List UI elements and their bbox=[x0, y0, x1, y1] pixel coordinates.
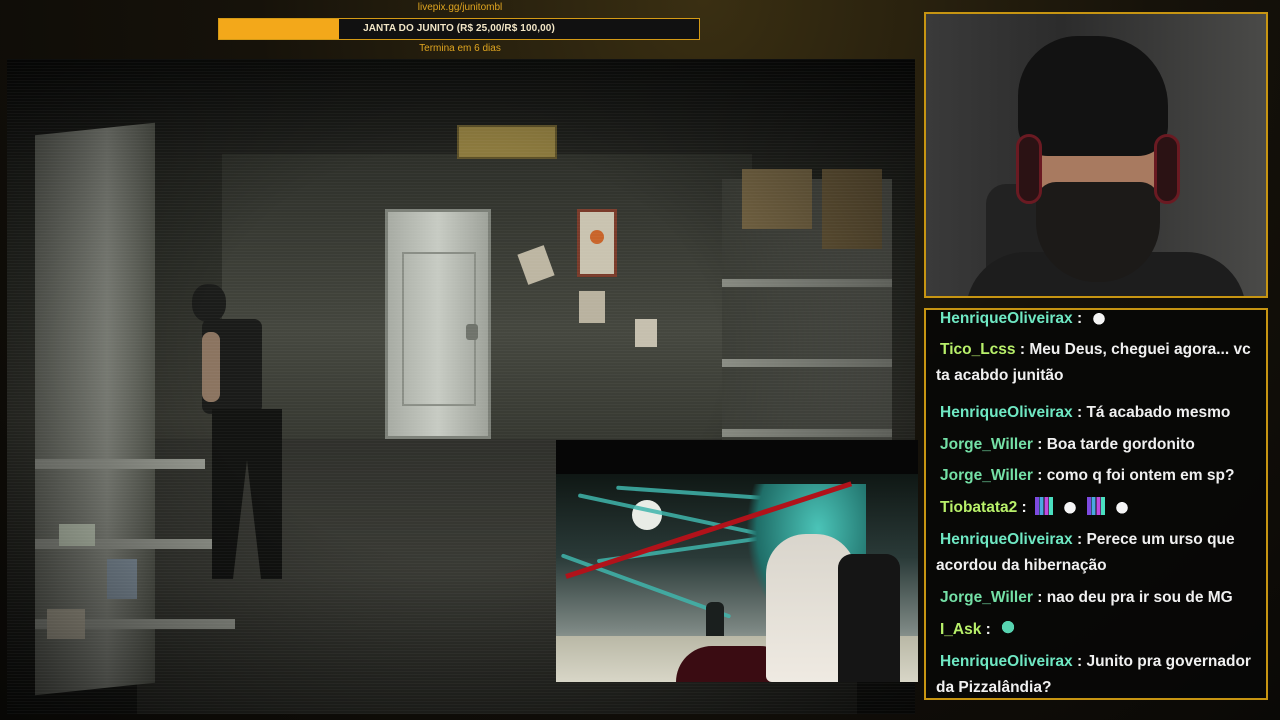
chat-separator: : bbox=[1072, 531, 1087, 548]
chat-separator: : bbox=[981, 621, 996, 638]
chat-username[interactable]: HenriqueOliveirax bbox=[940, 653, 1073, 670]
chat-username[interactable]: Tiobatata2 bbox=[940, 499, 1017, 516]
hand-emote bbox=[1090, 310, 1109, 326]
chat-username[interactable]: I_Ask bbox=[940, 621, 981, 638]
bars-emote bbox=[1087, 497, 1106, 515]
chat-username[interactable]: Jorge_Willer bbox=[940, 467, 1033, 484]
ghost-emote bbox=[999, 619, 1018, 637]
chat-message: HenriqueOliveirax : Junito pra governado… bbox=[936, 649, 1256, 698]
chat-separator: : bbox=[1072, 653, 1087, 670]
goal-url: livepix.gg/junitombl bbox=[417, 2, 503, 13]
chat-message: I_Ask : bbox=[936, 617, 1256, 643]
goal-ends-text: Termina em 6 dias bbox=[419, 43, 501, 54]
chat-message: Jorge_Willer : nao deu pra ir sou de MG bbox=[936, 585, 1256, 611]
webcam-feed bbox=[924, 12, 1268, 298]
chat-username[interactable]: HenriqueOliveirax bbox=[940, 310, 1073, 327]
chat-message: HenriqueOliveirax : Tá acabado mesmo bbox=[936, 400, 1256, 426]
chat-username[interactable]: Jorge_Willer bbox=[940, 436, 1033, 453]
chat-separator: : bbox=[1032, 467, 1047, 484]
chat-text: nao deu pra ir sou de MG bbox=[1046, 589, 1233, 606]
chat-message: Tiobatata2 : bbox=[936, 495, 1256, 521]
chat-username[interactable]: HenriqueOliveirax bbox=[940, 531, 1073, 548]
goal-label: JANTA DO JUNITO (R$ 25,00/R$ 100,00) bbox=[363, 23, 555, 34]
chat-message: Jorge_Willer : como q foi ontem em sp? bbox=[936, 463, 1256, 489]
chat-username[interactable]: Jorge_Willer bbox=[940, 589, 1033, 606]
chat-message: HenriqueOliveirax : bbox=[936, 310, 1256, 332]
chat-separator: : bbox=[1072, 404, 1087, 421]
goal-progress-bar: JANTA DO JUNITO (R$ 25,00/R$ 100,00) bbox=[218, 18, 700, 40]
chat-message: Jorge_Willer : Boa tarde gordonito bbox=[936, 432, 1256, 458]
hand-emote bbox=[1061, 497, 1080, 515]
chat-message: HenriqueOliveirax : Perece um urso que a… bbox=[936, 527, 1256, 579]
anime-art-panel bbox=[556, 440, 918, 682]
chat-text: Boa tarde gordonito bbox=[1046, 436, 1195, 453]
chat-text: Tá acabado mesmo bbox=[1086, 404, 1231, 421]
chat-separator: : bbox=[1032, 436, 1047, 453]
chat-separator: : bbox=[1015, 341, 1030, 358]
hand-emote bbox=[1113, 497, 1132, 515]
bars-emote bbox=[1035, 497, 1054, 515]
chat-panel: HenriqueOliveirax : Tico_Lcss : Meu Deus… bbox=[924, 308, 1268, 700]
chat-username[interactable]: HenriqueOliveirax bbox=[940, 404, 1073, 421]
chat-separator: : bbox=[1072, 310, 1087, 327]
anime-illustration bbox=[556, 474, 918, 682]
chat-username[interactable]: Tico_Lcss bbox=[940, 341, 1016, 358]
chat-text: como q foi ontem em sp? bbox=[1046, 467, 1235, 484]
moon bbox=[632, 500, 662, 530]
chat-separator: : bbox=[1032, 589, 1047, 606]
chat-separator: : bbox=[1017, 499, 1032, 516]
headset bbox=[1016, 134, 1042, 204]
chat-message: Tico_Lcss : Meu Deus, cheguei agora... v… bbox=[936, 337, 1256, 389]
